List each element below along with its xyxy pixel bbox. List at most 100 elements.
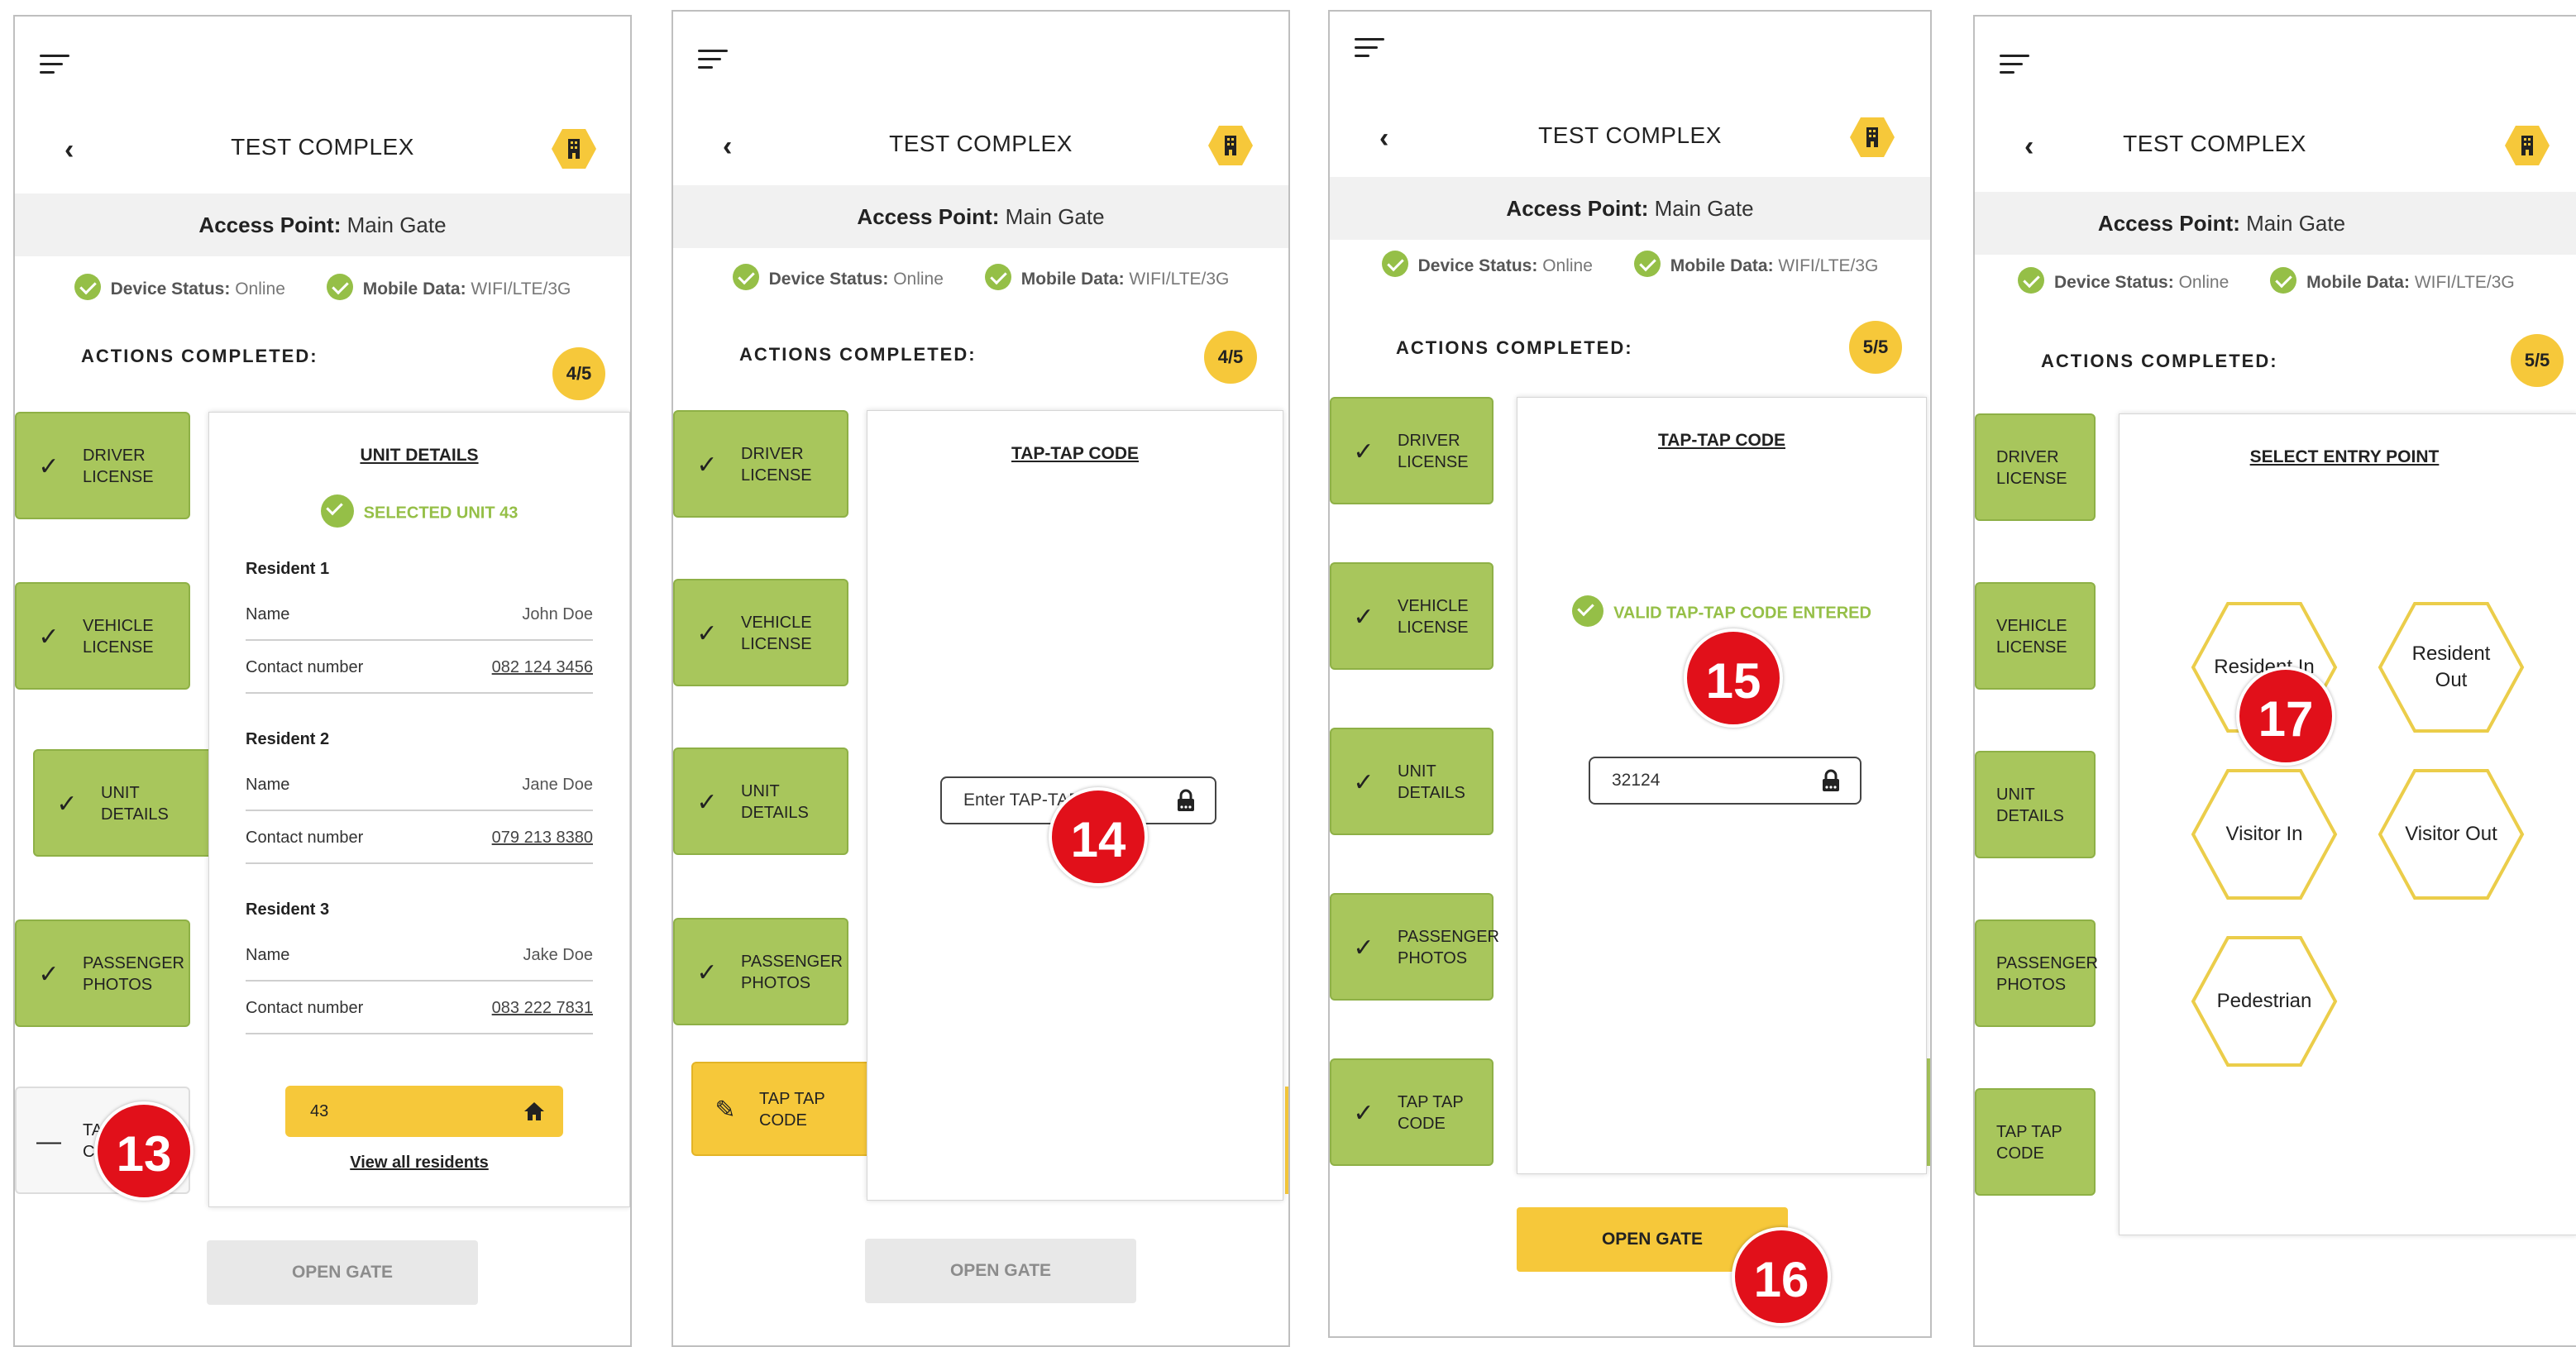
action-card-driver-license[interactable]: ✓ DRIVER LICENSE <box>15 412 190 519</box>
open-gate-button[interactable]: OPEN GATE <box>865 1239 1136 1303</box>
mobile-data-value: WIFI/LTE/3G <box>2414 273 2515 292</box>
device-status-value: Online <box>1542 256 1593 275</box>
action-card-passenger-photos[interactable]: ✓ PASSENGER PHOTOS <box>673 918 848 1025</box>
action-card-driver-license[interactable]: ✓ DRIVER LICENSE <box>673 410 848 518</box>
lock-icon <box>1178 789 1194 811</box>
entry-point-pedestrian[interactable]: Pedestrian <box>2191 935 2338 1068</box>
status-row: Device Status: Online Mobile Data: WIFI/… <box>1975 258 2576 308</box>
action-card-unit-details[interactable]: UNIT DETAILS <box>1975 751 2096 858</box>
page-title: TEST COMPLEX <box>2123 131 2306 156</box>
action-card-vehicle-license[interactable]: ✓ VEHICLE LICENSE <box>1330 562 1494 670</box>
checkmark-icon: ✓ <box>1353 438 1374 466</box>
actions-count-badge: 5/5 <box>2511 334 2564 387</box>
checkmark-icon: ✓ <box>696 959 718 986</box>
card-label: UNIT DETAILS <box>1996 786 2064 825</box>
entry-point-visitor-out[interactable]: Visitor Out <box>2378 768 2525 900</box>
phone-screen-select-entry-point: ‹ TEST COMPLEX Access Point: Main Gate D… <box>1973 15 2576 1347</box>
active-indicator <box>1285 1087 1288 1194</box>
unit-number-field[interactable]: 43 <box>285 1086 563 1137</box>
action-card-vehicle-license[interactable]: ✓ VEHICLE LICENSE <box>673 579 848 686</box>
unit-number-value: 43 <box>310 1102 329 1120</box>
entry-point-visitor-in[interactable]: Visitor In <box>2191 768 2338 900</box>
action-card-unit-details[interactable]: ✓ UNIT DETAILS <box>673 748 848 855</box>
header: ‹ TEST COMPLEX <box>1330 104 1930 172</box>
menu-icon[interactable] <box>40 55 69 76</box>
checkmark-icon: ✓ <box>1353 1100 1374 1127</box>
access-point-value: Main Gate <box>346 213 447 237</box>
valid-code-status: VALID TAP-TAP CODE ENTERED <box>1517 595 1926 629</box>
access-point-value: Main Gate <box>1005 204 1105 229</box>
check-icon <box>1381 251 1408 278</box>
action-card-driver-license[interactable]: DRIVER LICENSE <box>1975 413 2096 521</box>
panel-title: TAP-TAP CODE <box>1011 444 1139 463</box>
building-icon[interactable] <box>1849 116 1895 159</box>
building-icon[interactable] <box>2504 124 2550 167</box>
card-label: DRIVER LICENSE <box>741 445 812 485</box>
header: ‹ TEST COMPLEX <box>1975 112 2576 180</box>
checkmark-icon: ✓ <box>696 620 718 647</box>
entry-point-label: Resident Out <box>2411 642 2491 691</box>
action-card-tap-tap-code[interactable]: ✓ TAP TAP CODE <box>1330 1058 1494 1166</box>
entry-point-resident-out[interactable]: Resident Out <box>2378 601 2525 733</box>
panel-title: UNIT DETAILS <box>360 446 479 465</box>
step-marker: 13 <box>94 1101 194 1201</box>
action-card-vehicle-license[interactable]: ✓ VEHICLE LICENSE <box>15 582 190 690</box>
action-card-unit-details[interactable]: ✓ UNIT DETAILS <box>1330 728 1494 835</box>
page-title: TEST COMPLEX <box>1538 122 1722 148</box>
action-card-passenger-photos[interactable]: PASSENGER PHOTOS <box>1975 919 2098 1027</box>
check-icon <box>1633 251 1661 278</box>
access-point-bar: Access Point: Main Gate <box>673 185 1288 248</box>
tap-tap-code-panel: TAP-TAP CODE VALID TAP-TAP CODE ENTERED … <box>1517 397 1927 1174</box>
card-label: VEHICLE LICENSE <box>1996 617 2067 657</box>
panel-title: SELECT ENTRY POINT <box>2249 447 2440 466</box>
card-label: UNIT DETAILS <box>741 782 809 822</box>
entry-point-label: Visitor In <box>2225 823 2303 845</box>
check-icon <box>320 494 354 528</box>
header: ‹ TEST COMPLEX <box>673 112 1288 180</box>
name-label: Name <box>246 776 290 794</box>
action-card-passenger-photos[interactable]: ✓ PASSENGER PHOTOS <box>1330 893 1499 1001</box>
actions-completed-label: ACTIONS COMPLETED: <box>81 346 318 366</box>
card-label: DRIVER LICENSE <box>83 447 154 486</box>
open-gate-button[interactable]: OPEN GATE <box>207 1240 478 1305</box>
action-card-vehicle-license[interactable]: VEHICLE LICENSE <box>1975 582 2096 690</box>
tap-tap-code-input[interactable]: 32124 <box>1589 757 1862 805</box>
phone-screen-tap-tap-code-valid: ‹ TEST COMPLEX Access Point: Main Gate D… <box>1328 10 1932 1338</box>
checkmark-icon: ✓ <box>1353 604 1374 631</box>
action-card-driver-license[interactable]: ✓ DRIVER LICENSE <box>1330 397 1494 504</box>
device-status-label: Device Status: <box>2054 273 2174 292</box>
resident-name: Jake Doe <box>523 946 594 964</box>
resident-block: Resident 3 Name Jake Doe Contact number 08… <box>246 891 593 1034</box>
device-status-label: Device Status: <box>110 279 231 299</box>
pending-dash-icon: — <box>36 1128 61 1155</box>
card-label: UNIT DETAILS <box>1398 762 1465 802</box>
phone-screen-unit-details: ‹ TEST COMPLEX Access Point: Main Gate D… <box>13 15 632 1347</box>
checkmark-icon: ✓ <box>1353 934 1374 962</box>
action-card-tap-tap-code[interactable]: TAP TAP CODE <box>1975 1088 2096 1196</box>
actions-completed-label: ACTIONS COMPLETED: <box>739 344 977 365</box>
pencil-icon: ✎ <box>714 1096 736 1124</box>
check-icon <box>732 264 759 291</box>
contact-number-link[interactable]: 083 222 7831 <box>492 982 593 1033</box>
select-entry-point-panel: SELECT ENTRY POINT Resident In Resident … <box>2119 413 2576 1235</box>
step-marker: 16 <box>1732 1227 1831 1326</box>
step-marker: 15 <box>1684 628 1783 728</box>
view-all-residents-link[interactable]: View all residents <box>209 1154 629 1173</box>
building-icon[interactable] <box>1207 124 1254 167</box>
contact-number-link[interactable]: 079 213 8380 <box>492 811 593 862</box>
checkmark-icon: ✓ <box>696 789 718 816</box>
actions-count-badge: 4/5 <box>1204 331 1257 384</box>
menu-icon[interactable] <box>2000 55 2029 76</box>
menu-icon[interactable] <box>1355 38 1384 60</box>
access-point-bar: Access Point: Main Gate <box>1975 192 2576 255</box>
card-label: TAP TAP CODE <box>1398 1093 1464 1133</box>
card-label: PASSENGER PHOTOS <box>83 954 184 994</box>
checkmark-icon: ✓ <box>38 961 60 988</box>
device-status-value: Online <box>2178 273 2230 292</box>
selected-unit-status: SELECTED UNIT 43 <box>209 494 629 530</box>
menu-icon[interactable] <box>698 50 728 71</box>
building-icon[interactable] <box>551 127 597 170</box>
mobile-data-label: Mobile Data: <box>2306 273 2410 292</box>
action-card-passenger-photos[interactable]: ✓ PASSENGER PHOTOS <box>15 919 190 1027</box>
contact-number-link[interactable]: 082 124 3456 <box>492 641 593 692</box>
